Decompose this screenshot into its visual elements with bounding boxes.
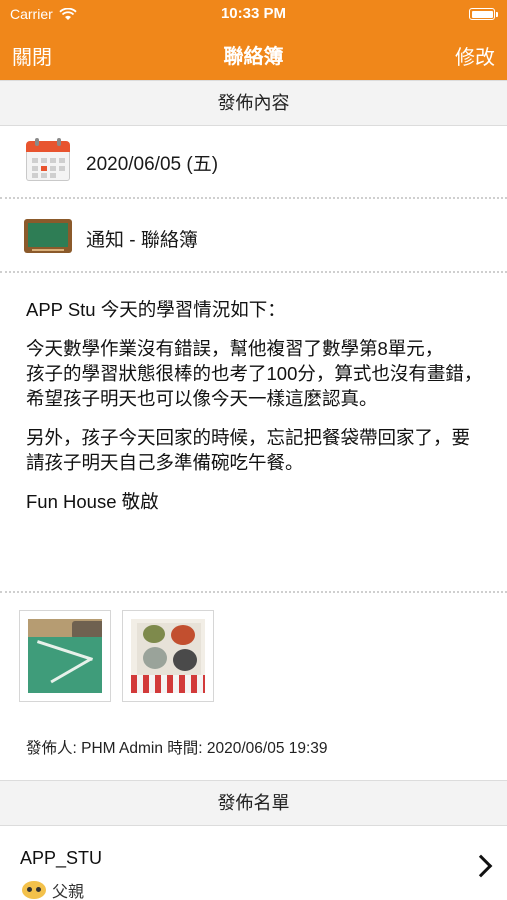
message-line: 孩子的學習狀態很棒的也考了100分，算式也沒有畫錯， [26, 363, 483, 384]
recipient-role-label: 父親 [52, 884, 85, 900]
parent-avatar-icon [22, 881, 46, 899]
divider [0, 591, 507, 593]
recipient-name: APP_STU [20, 848, 103, 868]
status-time: 10:33 PM [220, 5, 287, 22]
food-image [131, 619, 205, 693]
message-paragraph: 另外，孩子今天回家的時候，忘記把餐袋帶回家了，要請孩子明天自己多準備碗吃午餐。 [26, 427, 471, 473]
top-bar: Carrier 10:33 PM 關閉 聯絡簿 修改 [0, 0, 507, 80]
message-signature: Fun House 敬啟 [26, 491, 159, 512]
chalkboard-icon [24, 219, 72, 253]
category-label: 通知 - 聯絡簿 [86, 230, 198, 251]
publisher-meta: 發佈人: PHM Admin 時間: 2020/06/05 19:39 [26, 740, 328, 757]
publish-date: 2020/06/05 (五) [86, 154, 219, 175]
section-header-content: 發佈內容 [0, 80, 507, 126]
recipient-row[interactable]: APP_STU 父親 [0, 826, 507, 900]
message-paragraph: 今天數學作業沒有錯誤，幫他複習了數學第8單元， 孩子的學習狀態很棒的也考了100… [26, 336, 486, 411]
message-line: 今天數學作業沒有錯誤，幫他複習了數學第8單元， [26, 338, 444, 359]
divider [0, 197, 507, 199]
battery-icon [469, 8, 495, 20]
recipient-role: 父親 [22, 878, 84, 900]
attachment-thumbnail[interactable] [19, 610, 111, 702]
page-title: 聯絡簿 [223, 46, 284, 68]
attachment-thumbnail[interactable] [122, 610, 214, 702]
status-bar: Carrier 10:33 PM [0, 0, 507, 28]
message-body: APP Stu 今天的學習情況如下： 今天數學作業沒有錯誤，幫他複習了數學第8單… [26, 297, 486, 528]
calendar-icon [26, 138, 70, 181]
message-greeting: APP Stu 今天的學習情況如下： [26, 299, 286, 320]
divider [0, 271, 507, 273]
navigation-bar: 關閉 聯絡簿 修改 [0, 28, 507, 80]
section-header-recipients: 發佈名單 [0, 780, 507, 826]
map-image [28, 619, 102, 693]
edit-button[interactable]: 修改 [455, 41, 495, 70]
message-line: 希望孩子明天也可以像今天一樣這麼認真。 [26, 388, 378, 409]
battery-tip [496, 12, 498, 17]
chevron-right-icon [469, 854, 493, 878]
